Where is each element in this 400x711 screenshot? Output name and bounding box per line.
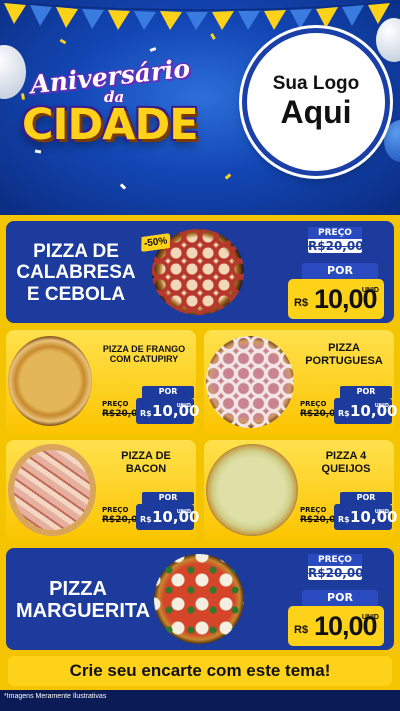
pizza-marguerita-image: [154, 554, 244, 644]
currency: R$: [294, 297, 309, 309]
product-name-line: QUEIJOS: [321, 462, 371, 475]
confetti: [210, 33, 216, 40]
new-price-box: R$ 10,00 UNID: [334, 398, 397, 424]
price-block: POR PREÇO R$20,00 R$ 10,00 UNID: [102, 386, 199, 424]
new-price: 10,00: [350, 402, 398, 420]
confetti: [119, 183, 127, 190]
old-price-block: PREÇO R$20,00: [306, 225, 364, 255]
product-name-line: PIZZA DE FRANGO: [102, 344, 186, 354]
balloon-right: [376, 18, 400, 62]
price-label: PREÇO: [102, 400, 129, 408]
product-card-calabresa: PIZZA DE CALABRESA E CEBOLA -50% PREÇO R…: [6, 221, 394, 323]
unit-label: UNID: [374, 509, 389, 515]
por-label: POR: [340, 492, 392, 504]
product-name-line: PIZZA 4: [325, 450, 367, 462]
new-price-box: R$ 10,00 UNID: [288, 606, 384, 646]
price-label: PREÇO: [308, 227, 362, 239]
new-price: 10,00: [152, 508, 200, 526]
confetti: [149, 47, 157, 52]
unit-label: UNID: [176, 403, 191, 409]
product-name: PIZZA DE BACON: [98, 450, 194, 475]
price-label: PREÇO: [102, 506, 129, 514]
product-card-bacon: PIZZA DE BACON POR PREÇO R$20,00 R$ 10,0…: [6, 440, 199, 540]
currency: R$: [140, 515, 152, 524]
price-block: POR PREÇO R$20,00 R$ 10,00 UNID: [300, 492, 397, 530]
old-price-block: PREÇO R$20,00: [306, 552, 364, 582]
disclaimer-text: *Imagens Meramente Ilustrativas: [4, 693, 107, 700]
por-label: POR: [302, 590, 378, 606]
product-card-marguerita: PIZZA MARGUERITA PREÇO R$20,00 POR R$ 10…: [6, 548, 394, 650]
header-banner: Aniversário da CIDADE Sua Logo Aqui: [0, 0, 400, 215]
cta-banner[interactable]: Crie seu encarte com este tema!: [8, 656, 392, 686]
product-name-line: COM CATUPIRY: [109, 354, 179, 365]
festive-bunting: [0, 1, 400, 30]
new-price-box: R$ 10,00 UNID: [136, 504, 199, 530]
por-label: POR: [142, 386, 194, 398]
product-card-portuguesa: PIZZA PORTUGUESA POR PREÇO R$20,00 R$ 10…: [204, 330, 397, 434]
product-name-line: PIZZA: [49, 578, 107, 600]
price-label: PREÇO: [300, 506, 327, 514]
new-price-box: R$ 10,00 UNID: [288, 279, 384, 319]
confetti: [224, 173, 232, 180]
old-price: R$20,00: [308, 239, 364, 253]
old-price: R$20,00: [308, 566, 364, 580]
new-price-box: R$ 10,00 UNID: [136, 398, 199, 424]
product-name-line: MARGUERITA: [16, 600, 151, 623]
price-block: POR PREÇO R$20,00 R$ 10,00 UNID: [102, 492, 199, 530]
currency: R$: [294, 624, 309, 636]
unit-label: UNID: [361, 614, 379, 621]
product-name-line: CALABRESA: [16, 262, 136, 284]
logo-text-line-2: Aqui: [280, 94, 352, 131]
event-title: Aniversário da CIDADE: [14, 54, 224, 160]
product-name-line: E CEBOLA: [26, 283, 126, 305]
product-name-line: PIZZA DE: [121, 450, 171, 462]
logo-text-line-1: Sua Logo: [272, 73, 360, 95]
unit-label: UNID: [361, 287, 379, 294]
unit-label: UNID: [176, 509, 191, 515]
title-line-3: CIDADE: [22, 100, 199, 150]
new-price: 10,00: [350, 508, 398, 526]
product-name: PIZZA 4 QUEIJOS: [300, 450, 392, 475]
currency: R$: [338, 515, 350, 524]
product-card-frango: PIZZA DE FRANGO COM CATUPIRY POR PREÇO R…: [6, 330, 199, 434]
por-label: POR: [302, 263, 378, 279]
price-label: PREÇO: [300, 400, 327, 408]
product-name: PIZZA DE FRANGO COM CATUPIRY: [94, 344, 194, 365]
price-block: POR PREÇO R$20,00 R$ 10,00 UNID: [300, 386, 397, 424]
balloon-right-blue: [384, 120, 400, 162]
product-card-4-queijos: PIZZA 4 QUEIJOS POR PREÇO R$20,00 R$ 10,…: [204, 440, 397, 540]
pizza-portuguesa-image: [206, 336, 294, 428]
product-name: PIZZA MARGUERITA: [16, 578, 151, 623]
product-name-line: PIZZA DE: [33, 241, 119, 262]
new-price: 10,00: [152, 402, 200, 420]
product-name-line: PIZZA: [328, 342, 360, 354]
por-label: POR: [340, 386, 392, 398]
pizza-bacon-image: [8, 444, 96, 536]
product-name: PIZZA DE CALABRESA E CEBOLA: [16, 241, 136, 305]
pizza-frango-image: [8, 336, 92, 426]
currency: R$: [140, 409, 152, 418]
unit-label: UNID: [374, 403, 389, 409]
pizza-4-queijos-image: [206, 444, 298, 536]
product-name: PIZZA PORTUGUESA: [296, 342, 392, 367]
por-label: POR: [142, 492, 194, 504]
product-name-line: PORTUGUESA: [305, 354, 383, 367]
logo-placeholder: Sua Logo Aqui: [242, 28, 390, 176]
price-label: PREÇO: [308, 554, 362, 566]
new-price-box: R$ 10,00 UNID: [334, 504, 397, 530]
confetti: [59, 38, 67, 45]
currency: R$: [338, 409, 350, 418]
product-name-line: BACON: [125, 462, 167, 475]
